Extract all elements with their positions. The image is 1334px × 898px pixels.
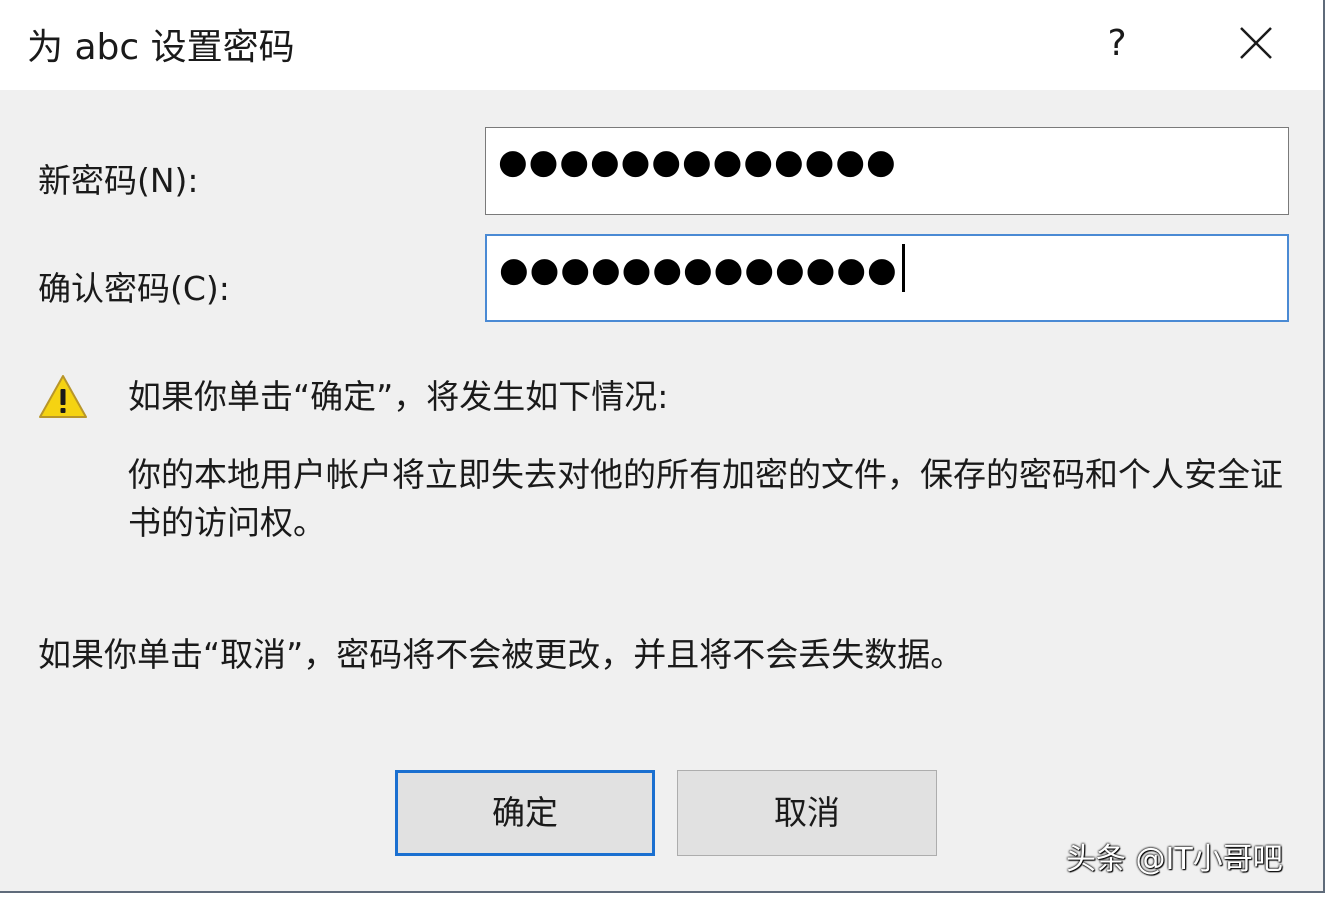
text-caret xyxy=(901,243,905,292)
watermark: 头条 @IT小哥吧 xyxy=(1066,842,1283,877)
warning-headline: 如果你单击“确定”，将发生如下情况: xyxy=(128,377,669,416)
cancel-note: 如果你单击“取消”，密码将不会被更改，并且将不会丢失数据。 xyxy=(38,635,964,674)
close-icon xyxy=(1240,27,1272,59)
help-button[interactable]: ? xyxy=(1090,14,1144,74)
dialog-title: 为 abc 设置密码 xyxy=(27,27,295,68)
title-bar: 为 abc 设置密码 ? xyxy=(0,0,1323,90)
warning-detail: 你的本地用户帐户将立即失去对他的所有加密的文件，保存的密码和个人安全证书的访问权… xyxy=(128,455,1283,542)
new-password-value: ●●●●●●●●●●●●● xyxy=(498,142,897,182)
ok-button[interactable]: 确定 xyxy=(395,770,655,856)
confirm-password-label: 确认密码(C): xyxy=(38,269,230,308)
confirm-password-field[interactable]: ●●●●●●●●●●●●● xyxy=(485,234,1289,322)
set-password-dialog: 为 abc 设置密码 ? 新密码(N): ●●●●●●●●●●●●● 确认密码(… xyxy=(0,0,1325,893)
warning-icon xyxy=(39,375,87,418)
confirm-password-value-wrap: ●●●●●●●●●●●●● xyxy=(499,243,905,292)
cancel-button[interactable]: 取消 xyxy=(677,770,937,856)
new-password-field[interactable]: ●●●●●●●●●●●●● xyxy=(485,127,1289,215)
new-password-label: 新密码(N): xyxy=(38,161,199,200)
confirm-password-value: ●●●●●●●●●●●●● xyxy=(499,250,898,290)
close-button[interactable] xyxy=(1226,14,1286,74)
